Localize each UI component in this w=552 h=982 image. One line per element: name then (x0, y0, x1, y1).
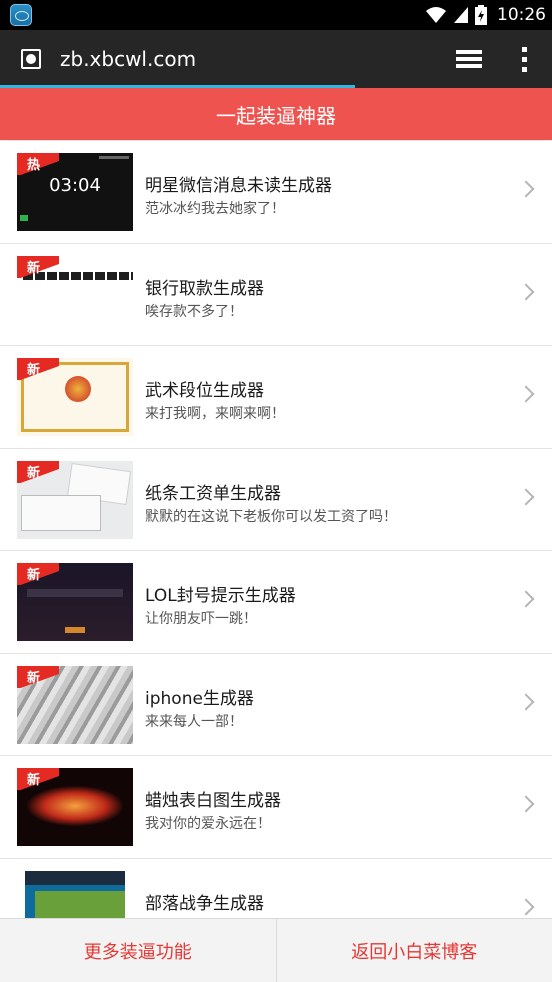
site-icon[interactable] (21, 49, 41, 69)
item-subtitle: 范冰冰约我去她家了！ (145, 201, 285, 217)
app-notification-icon (10, 4, 32, 26)
item-title: 部落战争生成器 (145, 893, 264, 914)
new-badge: 新 (17, 460, 59, 483)
thumbnail-clock: 03:04 (49, 175, 101, 196)
chevron-right-icon (517, 488, 535, 505)
page-title: 一起装逼神器 (216, 103, 336, 128)
browser-address-bar: zb.xbcwl.com (0, 30, 552, 88)
chevron-right-icon (517, 693, 535, 710)
item-thumbnail: 新 (17, 460, 133, 539)
chevron-right-icon (517, 180, 535, 198)
item-title: 纸条工资单生成器 (145, 483, 281, 504)
list-item[interactable]: 新 武术段位生成器 来打我啊，来啊来啊！ (0, 346, 552, 449)
item-subtitle: 来打我啊，来啊来啊！ (145, 406, 285, 422)
item-title: 武术段位生成器 (145, 381, 264, 401)
new-badge: 新 (17, 358, 59, 380)
list-item[interactable]: 新 纸条工资单生成器 默默的在这说下老板你可以发工资了吗！ (0, 448, 552, 551)
item-thumbnail: 新 (17, 768, 133, 846)
more-features-button[interactable]: 更多装逼功能 (0, 919, 276, 982)
item-thumbnail: 新 (17, 358, 133, 436)
list-item[interactable]: 新 蜡烛表白图生成器 我对你的爱永远在！ (0, 756, 552, 859)
generator-list: 03:04 热 明星微信消息未读生成器 范冰冰约我去她家了！ 新 银行取款生成器… (0, 141, 552, 918)
item-thumbnail: 03:04 热 (17, 153, 133, 231)
wechat-icon (20, 215, 28, 221)
item-thumbnail: 新 (17, 665, 133, 744)
list-item[interactable]: 新 LOL封号提示生成器 让你朋友吓一跳！ (0, 551, 552, 654)
item-subtitle: 我对你的爱永远在！ (145, 816, 271, 832)
battery-icon (475, 5, 487, 25)
item-title: 明星微信消息未读生成器 (145, 176, 332, 196)
list-item[interactable]: 部落战争生成器 (0, 858, 552, 918)
chevron-right-icon (517, 283, 535, 300)
new-badge: 新 (17, 768, 59, 790)
url-text[interactable]: zb.xbcwl.com (60, 47, 196, 71)
back-to-blog-button[interactable]: 返回小白菜博客 (277, 919, 552, 982)
new-badge: 新 (17, 563, 59, 585)
hot-badge: 热 (17, 153, 59, 175)
item-subtitle: 唉存款不多了！ (145, 303, 243, 320)
status-icons: 10:26 (425, 0, 546, 30)
status-time: 10:26 (497, 5, 546, 25)
list-item[interactable]: 03:04 热 明星微信消息未读生成器 范冰冰约我去她家了！ (0, 141, 552, 244)
new-badge: 新 (17, 255, 59, 278)
item-title: 银行取款生成器 (145, 278, 264, 299)
bottom-bar: 更多装逼功能 返回小白菜博客 (0, 918, 552, 982)
item-thumbnail: 新 (17, 563, 133, 641)
wifi-icon (426, 7, 446, 23)
chevron-right-icon (517, 385, 535, 403)
item-thumbnail (25, 870, 125, 918)
new-badge: 新 (17, 665, 59, 688)
list-item[interactable]: 新 iphone生成器 来来每人一部！ (0, 653, 552, 756)
item-title: LOL封号提示生成器 (145, 586, 296, 606)
list-item[interactable]: 新 银行取款生成器 唉存款不多了！ (0, 243, 552, 346)
tabs-icon[interactable] (456, 50, 484, 70)
chevron-right-icon (517, 795, 535, 813)
item-thumbnail: 新 (17, 255, 133, 334)
item-title: iphone生成器 (145, 688, 254, 709)
page-header: 一起装逼神器 (0, 88, 552, 140)
chevron-right-icon (517, 590, 535, 608)
item-subtitle: 来来每人一部！ (145, 713, 243, 730)
item-subtitle: 让你朋友吓一跳！ (145, 611, 257, 627)
signal-icon (454, 7, 468, 23)
item-title: 蜡烛表白图生成器 (145, 791, 281, 811)
item-subtitle: 默默的在这说下老板你可以发工资了吗！ (145, 508, 397, 525)
chevron-right-icon (517, 898, 535, 915)
status-bar: 10:26 (0, 0, 552, 30)
overflow-menu-icon[interactable] (519, 47, 529, 73)
